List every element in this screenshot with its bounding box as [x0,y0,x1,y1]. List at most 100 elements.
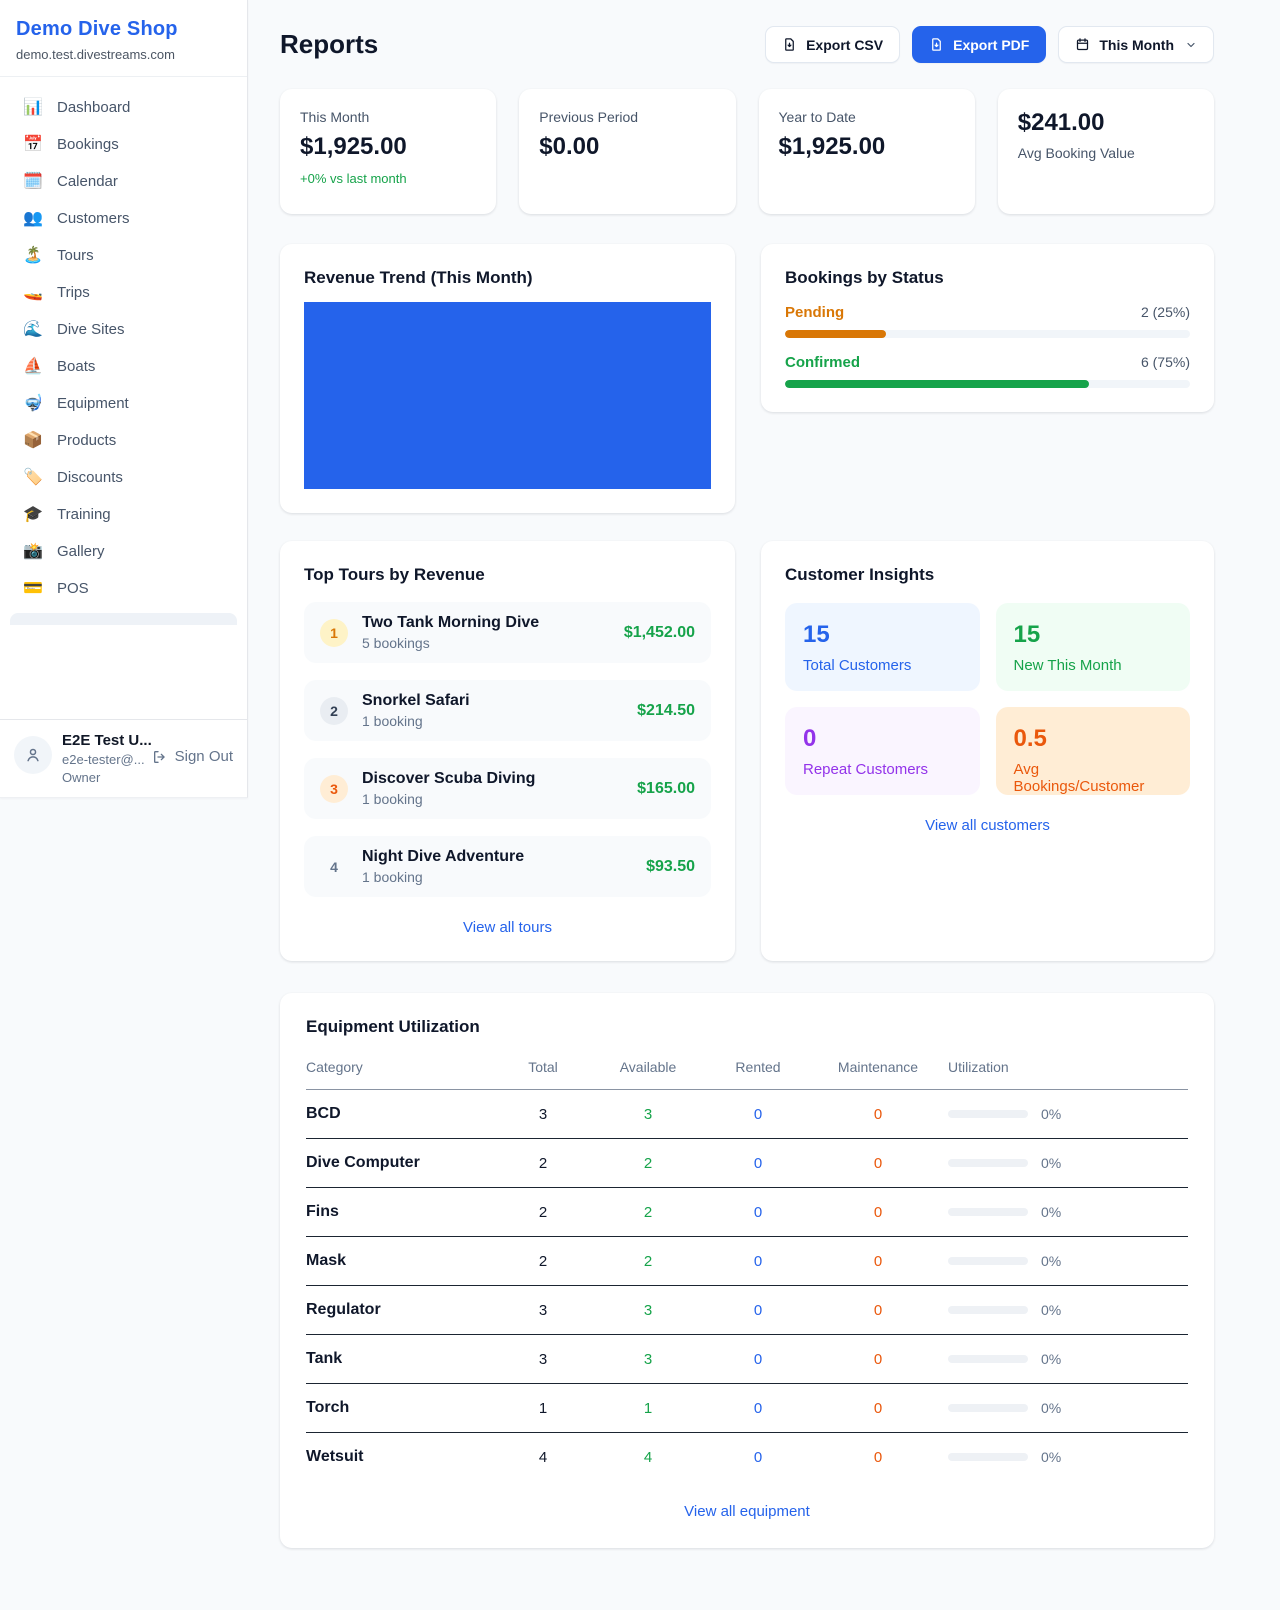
utilization-percent: 0% [1041,1106,1061,1122]
sidebar-item-bookings[interactable]: 📅 Bookings [10,126,237,163]
cell-total: 2 [498,1139,588,1188]
page-title: Reports [280,29,378,60]
column-header: Total [498,1051,588,1090]
sidebar-item-boats[interactable]: ⛵ Boats [10,348,237,385]
progress-track [785,380,1190,388]
user-meta: E2E Test U... e2e-tester@... Owner [62,732,142,785]
cell-utilization: 0% [948,1433,1188,1482]
tile-label: Avg Bookings/Customer [1014,761,1173,795]
sidebar-item-gallery[interactable]: 📸 Gallery [10,533,237,570]
tour-name: Night Dive Adventure [362,848,524,866]
tour-name: Snorkel Safari [362,692,470,710]
column-header: Utilization [948,1051,1188,1090]
utilization-percent: 0% [1041,1400,1061,1416]
package-icon: 📦 [22,433,44,449]
sidebar-item-tours[interactable]: 🏝️ Tours [10,237,237,274]
stat-label: Previous Period [539,109,715,125]
tour-name: Discover Scuba Diving [362,770,535,788]
cell-available: 4 [588,1433,708,1482]
progress-fill-confirmed [785,380,1089,388]
cell-available: 1 [588,1384,708,1433]
tile-repeat-customers: 0 Repeat Customers [785,707,980,795]
header-actions: Export CSV Export PDF This Month [765,26,1214,63]
sidebar-item-discounts[interactable]: 🏷️ Discounts [10,459,237,496]
cell-total: 2 [498,1188,588,1237]
utilization-bar [948,1159,1028,1167]
utilization-bar [948,1110,1028,1118]
sidebar-item-training[interactable]: 🎓 Training [10,496,237,533]
cell-utilization: 0% [948,1286,1188,1335]
dashboard-icon: 📊 [22,100,44,116]
people-icon: 👥 [22,211,44,227]
island-icon: 🏝️ [22,248,44,264]
chevron-down-icon [1185,39,1197,51]
cell-category: Tank [306,1335,498,1384]
export-pdf-button[interactable]: Export PDF [912,26,1046,63]
sidebar-item-equipment[interactable]: 🤿 Equipment [10,385,237,422]
cell-total: 1 [498,1384,588,1433]
tour-bookings: 1 booking [362,791,535,807]
cell-utilization: 0% [948,1384,1188,1433]
calendar-date-icon: 📅 [22,137,44,153]
table-row: Wetsuit 4 4 0 0 0% [306,1433,1188,1482]
brand-block: Demo Dive Shop demo.test.divestreams.com [0,0,247,77]
charts-row: Revenue Trend (This Month) Bookings by S… [280,244,1214,513]
calendar-icon: 🗓️ [22,174,44,190]
utilization-percent: 0% [1041,1204,1061,1220]
table-row: Torch 1 1 0 0 0% [306,1384,1188,1433]
view-all-customers-link[interactable]: View all customers [785,817,1190,834]
tile-value: 0 [803,725,962,753]
cell-total: 2 [498,1237,588,1286]
cell-maintenance: 0 [808,1139,948,1188]
sidebar-item-label: Dashboard [57,99,130,116]
credit-card-icon: 💳 [22,581,44,597]
page-header: Reports Export CSV Export PDF This Month [280,26,1214,63]
tour-row: 2 Snorkel Safari 1 booking $214.50 [304,680,711,741]
wave-icon: 🌊 [22,322,44,338]
cell-rented: 0 [708,1384,808,1433]
sidebar-nav: 📊 Dashboard 📅 Bookings 🗓️ Calendar 👥 Cus… [0,77,247,611]
tour-amount: $165.00 [637,780,695,798]
status-count: 2 (25%) [1141,304,1190,320]
sidebar-item-pos[interactable]: 💳 POS [10,570,237,607]
sidebar-item-dive-sites[interactable]: 🌊 Dive Sites [10,311,237,348]
export-csv-button[interactable]: Export CSV [765,26,900,63]
cell-utilization: 0% [948,1139,1188,1188]
progress-fill-pending [785,330,886,338]
tile-new-this-month: 15 New This Month [996,603,1191,691]
tour-bookings: 1 booking [362,869,524,885]
cell-category: Mask [306,1237,498,1286]
sidebar-item-dashboard[interactable]: 📊 Dashboard [10,89,237,126]
view-all-equipment-link[interactable]: View all equipment [306,1503,1188,1520]
cell-category: Regulator [306,1286,498,1335]
status-label: Pending [785,304,844,321]
utilization-percent: 0% [1041,1253,1061,1269]
sidebar-item-trips[interactable]: 🚤 Trips [10,274,237,311]
period-select[interactable]: This Month [1058,26,1214,63]
stat-label: Avg Booking Value [1018,145,1194,161]
sidebar-item-customers[interactable]: 👥 Customers [10,200,237,237]
progress-track [785,330,1190,338]
utilization-bar [948,1453,1028,1461]
table-row: Dive Computer 2 2 0 0 0% [306,1139,1188,1188]
tile-label: Repeat Customers [803,761,962,778]
tour-row: 1 Two Tank Morning Dive 5 bookings $1,45… [304,602,711,663]
sign-out-button[interactable]: Sign Out [152,748,233,765]
sidebar-item-label: Trips [57,284,90,301]
sidebar-item-label: Bookings [57,136,119,153]
sidebar-item-partial [10,613,237,625]
stat-value: $0.00 [539,133,715,161]
sidebar-item-products[interactable]: 📦 Products [10,422,237,459]
view-all-tours-link[interactable]: View all tours [304,919,711,936]
sidebar-item-calendar[interactable]: 🗓️ Calendar [10,163,237,200]
sidebar-item-label: Equipment [57,395,129,412]
main-content: Reports Export CSV Export PDF This Month [248,0,1280,1588]
tile-value: 15 [803,621,962,649]
cell-utilization: 0% [948,1237,1188,1286]
revenue-trend-title: Revenue Trend (This Month) [304,268,711,288]
stat-cards: This Month $1,925.00 +0% vs last month P… [280,89,1214,214]
rank-badge: 3 [320,775,348,803]
file-download-icon [782,37,797,52]
tile-avg-bookings-customer: 0.5 Avg Bookings/Customer [996,707,1191,795]
cell-maintenance: 0 [808,1433,948,1482]
